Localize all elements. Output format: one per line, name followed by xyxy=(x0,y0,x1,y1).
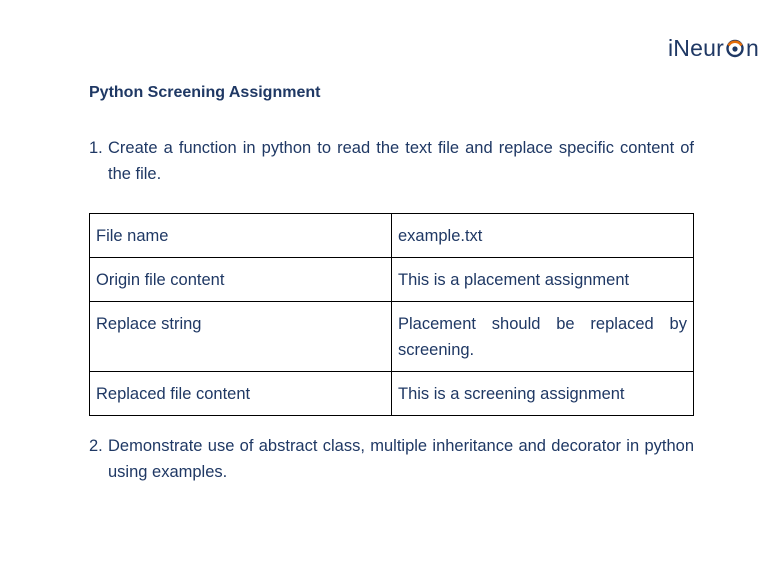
table-cell-value: example.txt xyxy=(391,213,694,258)
table-cell-label: Replaced file content xyxy=(89,371,392,416)
table-cell-value: This is a screening assignment xyxy=(391,371,694,416)
table-row: File name example.txt xyxy=(89,213,694,258)
table-cell-value: This is a placement assignment xyxy=(391,257,694,302)
question-1: 1. Create a function in python to read t… xyxy=(89,135,694,187)
logo-text-start: iNeur xyxy=(668,34,724,61)
table-row: Origin file content This is a placement … xyxy=(89,257,694,302)
table-cell-label: File name xyxy=(89,213,392,258)
logo-ring-icon xyxy=(725,38,745,58)
question-2-number: 2. xyxy=(89,437,103,455)
table-row: Replaced file content This is a screenin… xyxy=(89,371,694,416)
table-cell-label: Origin file content xyxy=(89,257,392,302)
question-1-number: 1. xyxy=(89,139,103,157)
page-title: Python Screening Assignment xyxy=(89,84,321,101)
question-2: 2. Demonstrate use of abstract class, mu… xyxy=(89,433,694,485)
table-cell-label: Replace string xyxy=(89,301,392,372)
question-2-text: Demonstrate use of abstract class, multi… xyxy=(108,437,694,481)
table-row: Replace string Placement should be repla… xyxy=(89,301,694,372)
table-cell-value: Placement should be replaced by screenin… xyxy=(391,301,694,372)
logo-text-end: n xyxy=(745,34,759,61)
ineuron-logo: iNeur n xyxy=(668,33,772,63)
file-replace-table: File name example.txt Origin file conten… xyxy=(89,213,694,416)
question-1-text: Create a function in python to read the … xyxy=(108,139,694,183)
